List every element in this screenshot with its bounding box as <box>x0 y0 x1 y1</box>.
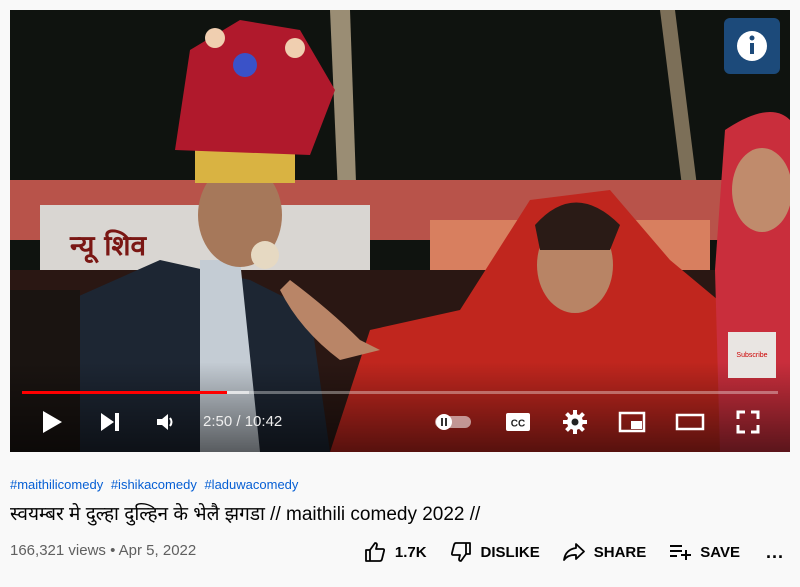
settings-button[interactable] <box>555 402 595 442</box>
save-button[interactable]: SAVE <box>668 540 740 564</box>
view-count: 166,321 views <box>10 542 106 559</box>
play-icon <box>43 411 62 433</box>
like-count: 1.7K <box>394 543 427 561</box>
more-actions-button[interactable]: ... <box>766 542 784 563</box>
share-icon <box>562 543 585 561</box>
fullscreen-icon <box>736 410 760 434</box>
video-player[interactable]: न्यू शिव Subscribe 2:50 / 10:42 CC <box>10 10 790 452</box>
time-current: 2:50 <box>203 413 233 430</box>
share-label: SHARE <box>593 543 647 561</box>
thumbs-down-icon <box>450 542 471 562</box>
subscribe-watermark[interactable]: Subscribe <box>728 332 776 378</box>
video-title: स्वयम्बर मे दुल्हा दुल्हिन के भेलै झगडा … <box>10 504 481 525</box>
autoplay-toggle-icon <box>435 414 471 430</box>
theater-mode-button[interactable] <box>670 402 710 442</box>
time-separator: / <box>232 413 245 430</box>
svg-text:न्यू शिव: न्यू शिव <box>69 229 148 264</box>
captions-button[interactable]: CC <box>498 402 538 442</box>
miniplayer-button[interactable] <box>612 402 652 442</box>
video-meta: 166,321 views • Apr 5, 2022 <box>10 542 196 559</box>
subscribe-watermark-label: Subscribe <box>736 351 768 359</box>
fullscreen-button[interactable] <box>728 402 768 442</box>
meta-separator: • <box>105 542 119 559</box>
like-button[interactable]: 1.7K <box>363 540 427 564</box>
miniplayer-icon <box>618 411 646 433</box>
add-to-playlist-icon <box>670 545 692 560</box>
dislike-label: DISLIKE <box>480 543 540 561</box>
play-button[interactable] <box>32 402 72 442</box>
next-button[interactable] <box>90 402 130 442</box>
settings-icon <box>563 410 587 434</box>
volume-icon <box>157 414 173 430</box>
info-icon <box>737 31 767 61</box>
progress-bar[interactable] <box>22 391 778 394</box>
time-display: 2:50 / 10:42 <box>203 402 282 442</box>
hashtag-link[interactable]: #laduwacomedy <box>204 477 298 492</box>
share-button[interactable]: SHARE <box>562 540 647 564</box>
mute-button[interactable] <box>146 402 186 442</box>
video-actions: 1.7K DISLIKE SHARE SAVE ... <box>341 534 790 570</box>
save-label: SAVE <box>700 543 740 561</box>
player-controls: 2:50 / 10:42 CC <box>10 402 790 442</box>
hashtag-link[interactable]: #maithilicomedy <box>10 477 103 492</box>
hashtags: #maithilicomedy #ishikacomedy #laduwacom… <box>10 477 302 492</box>
theater-icon <box>675 413 705 431</box>
captions-label: CC <box>511 419 525 430</box>
thumbs-up-icon <box>364 542 385 562</box>
captions-icon: CC <box>506 413 530 431</box>
upload-date: Apr 5, 2022 <box>118 542 197 559</box>
time-total: 10:42 <box>244 413 283 430</box>
dislike-button[interactable]: DISLIKE <box>449 540 540 564</box>
progress-played <box>22 391 227 394</box>
autoplay-toggle[interactable] <box>430 402 476 442</box>
channel-watermark-logo[interactable] <box>724 18 780 74</box>
next-icon <box>101 413 119 431</box>
hashtag-link[interactable]: #ishikacomedy <box>111 477 197 492</box>
